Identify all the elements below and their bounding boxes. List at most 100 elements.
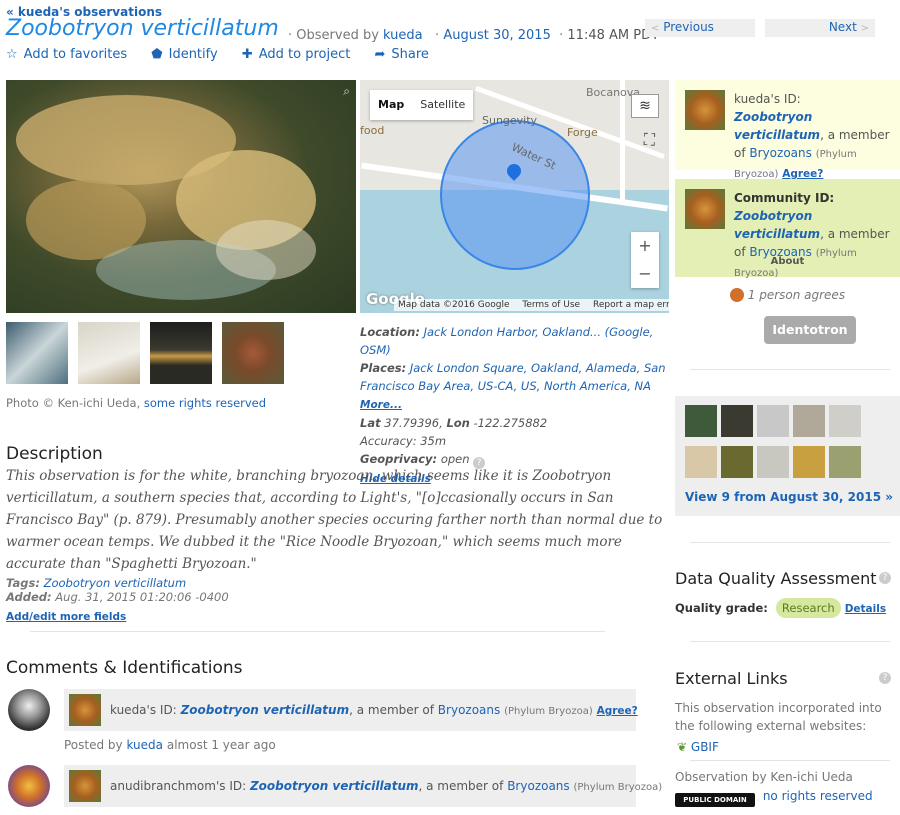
observation-by: Observation by Ken-ichi Ueda <box>675 770 853 784</box>
zoom-out-button[interactable]: − <box>631 260 659 288</box>
identifier-label: anudibranchmom's ID: <box>110 779 247 793</box>
taxon-thumbnail[interactable] <box>69 694 101 726</box>
agree-link[interactable]: Agree? <box>597 705 638 717</box>
added-value: Aug. 31, 2015 01:20:06 -0400 <box>55 590 229 604</box>
divider <box>690 369 890 370</box>
taxon-link[interactable]: Zoobotryon verticillatum <box>734 110 820 142</box>
observation-thumbnail[interactable] <box>793 446 825 478</box>
share-icon: ➦ <box>374 47 386 62</box>
observation-thumbnail[interactable] <box>829 405 861 437</box>
details-link[interactable]: Details <box>845 603 886 615</box>
observed-by-label: Observed by <box>296 28 379 43</box>
community-id-box: Community ID: Zoobotryon verticillatum, … <box>675 179 900 279</box>
public-domain-icon[interactable]: PUBLIC DOMAIN <box>675 793 755 807</box>
map-type-satellite-button[interactable]: Satellite <box>412 90 473 120</box>
observation-map[interactable]: Bocanova Sungevity Forge Water St food M… <box>360 80 669 313</box>
rights-link[interactable]: no rights reserved <box>763 789 873 803</box>
license: PUBLIC DOMAIN no rights reserved <box>675 789 873 807</box>
added-label: Added: <box>6 590 52 604</box>
lat-label: Lat <box>360 416 381 430</box>
tags-row: Tags: Zoobotryon verticillatum Added: Au… <box>6 576 229 604</box>
posted-by: Posted by kueda almost 1 year ago <box>64 738 276 752</box>
observation-thumbnail[interactable] <box>793 405 825 437</box>
similar-observations: View 9 from August 30, 2015 » <box>675 396 900 516</box>
observation-thumbnail[interactable] <box>721 405 753 437</box>
zoom-icon[interactable]: ⌕ <box>343 84 350 99</box>
share-button[interactable]: ➦ Share <box>374 47 428 62</box>
location-details: Location: Jack London Harbor, Oakland...… <box>360 323 672 488</box>
places-link[interactable]: Jack London Square, Oakland, Alameda, Sa… <box>360 361 666 393</box>
photo-credit: Photo © Ken-ichi Ueda, some rights reser… <box>6 396 266 410</box>
quality-grade: Quality grade: Research Details <box>675 598 886 618</box>
avatar[interactable] <box>8 689 50 731</box>
location-link[interactable]: Jack London Harbor, Oakland... <box>424 325 601 339</box>
photo-thumbnail[interactable] <box>78 322 140 384</box>
taxon-thumbnail[interactable] <box>685 90 725 130</box>
posted-by-label: Posted by <box>64 738 123 752</box>
rights-link[interactable]: some rights reserved <box>144 396 266 410</box>
photo-thumbnail[interactable] <box>222 322 284 384</box>
chevron-right-icon: > <box>860 23 869 34</box>
phylum-text: (Phylum Bryozoa) <box>573 782 663 793</box>
taxon-link[interactable]: Zoobotryon verticillatum <box>181 703 350 717</box>
tag-link[interactable]: Zoobotryon verticillatum <box>44 576 187 590</box>
identification-card: kueda's ID: Zoobotryon verticillatum, a … <box>64 689 638 731</box>
layers-icon[interactable]: ≋ <box>631 94 659 118</box>
group-link[interactable]: Bryozoans <box>507 779 569 793</box>
description-text: This observation is for the white, branc… <box>6 468 663 572</box>
photo-thumbnail[interactable] <box>6 322 68 384</box>
view-more-link[interactable]: View 9 from August 30, 2015 » <box>685 490 893 504</box>
posted-user-link[interactable]: kueda <box>126 738 163 752</box>
observation-thumbnail[interactable] <box>829 446 861 478</box>
identification-card: anudibranchmom's ID: Zoobotryon verticil… <box>64 765 662 807</box>
observation-thumbnail[interactable] <box>757 405 789 437</box>
taxon-thumbnail[interactable] <box>685 189 725 229</box>
tags-label: Tags: <box>6 576 40 590</box>
observation-thumbnail[interactable] <box>685 405 717 437</box>
zoom-control: + − <box>631 232 659 288</box>
observer-link[interactable]: kueda <box>383 28 423 43</box>
avatar[interactable] <box>8 765 50 807</box>
phylum-text: (Phylum Bryozoa) <box>504 706 593 717</box>
about-link[interactable]: About <box>675 256 900 267</box>
terms-of-use-link[interactable]: Terms of Use <box>522 300 580 310</box>
agree-count-text: 1 person agrees <box>747 288 846 302</box>
page-title: Zoobotryon verticillatum <box>6 16 279 41</box>
identify-button[interactable]: ⬟ Identify <box>151 47 217 62</box>
fullscreen-icon[interactable]: ⛶ <box>644 130 655 150</box>
observed-date-link[interactable]: August 30, 2015 <box>443 28 551 43</box>
map-type-map-button[interactable]: Map <box>370 90 412 120</box>
divider <box>690 641 890 642</box>
group-link[interactable]: Bryozoans <box>749 146 811 160</box>
dqa-heading: Data Quality Assessment <box>675 569 877 588</box>
more-places-link[interactable]: More... <box>360 399 402 411</box>
taxon-link[interactable]: Zoobotryon verticillatum <box>250 779 419 793</box>
next-button[interactable]: Next > <box>765 19 875 37</box>
photo-thumbnail[interactable] <box>150 322 212 384</box>
observation-thumbnail[interactable] <box>721 446 753 478</box>
add-to-project-button[interactable]: ✚ Add to project <box>242 47 351 62</box>
taxon-link[interactable]: Zoobotryon verticillatum <box>734 209 820 241</box>
add-edit-fields-link[interactable]: Add/edit more fields <box>6 611 126 623</box>
map-data-credit: Map data ©2016 Google <box>398 300 510 310</box>
help-icon[interactable]: ? <box>879 672 891 684</box>
identotron-button[interactable]: Identotron <box>764 316 856 344</box>
quality-label: Quality grade: <box>675 601 768 615</box>
avatar <box>729 288 744 302</box>
star-icon: ☆ <box>6 47 18 62</box>
observation-thumbnail[interactable] <box>757 446 789 478</box>
group-link[interactable]: Bryozoans <box>438 703 500 717</box>
report-map-error-link[interactable]: Report a map error <box>593 300 669 310</box>
gbif-link[interactable]: ❦ GBIF <box>677 740 719 754</box>
description-heading: Description <box>6 444 103 464</box>
observation-thumbnail[interactable] <box>685 446 717 478</box>
zoom-in-button[interactable]: + <box>631 232 659 260</box>
add-to-favorites-button[interactable]: ☆ Add to favorites <box>6 47 127 62</box>
taxon-thumbnail[interactable] <box>69 770 101 802</box>
add-to-favorites-label: Add to favorites <box>23 47 128 62</box>
main-photo[interactable]: ⌕ <box>6 80 356 313</box>
plus-icon: ✚ <box>241 47 253 62</box>
help-icon[interactable]: ? <box>879 572 891 584</box>
previous-button[interactable]: < Previous <box>645 19 755 37</box>
map-label: food <box>360 124 385 137</box>
